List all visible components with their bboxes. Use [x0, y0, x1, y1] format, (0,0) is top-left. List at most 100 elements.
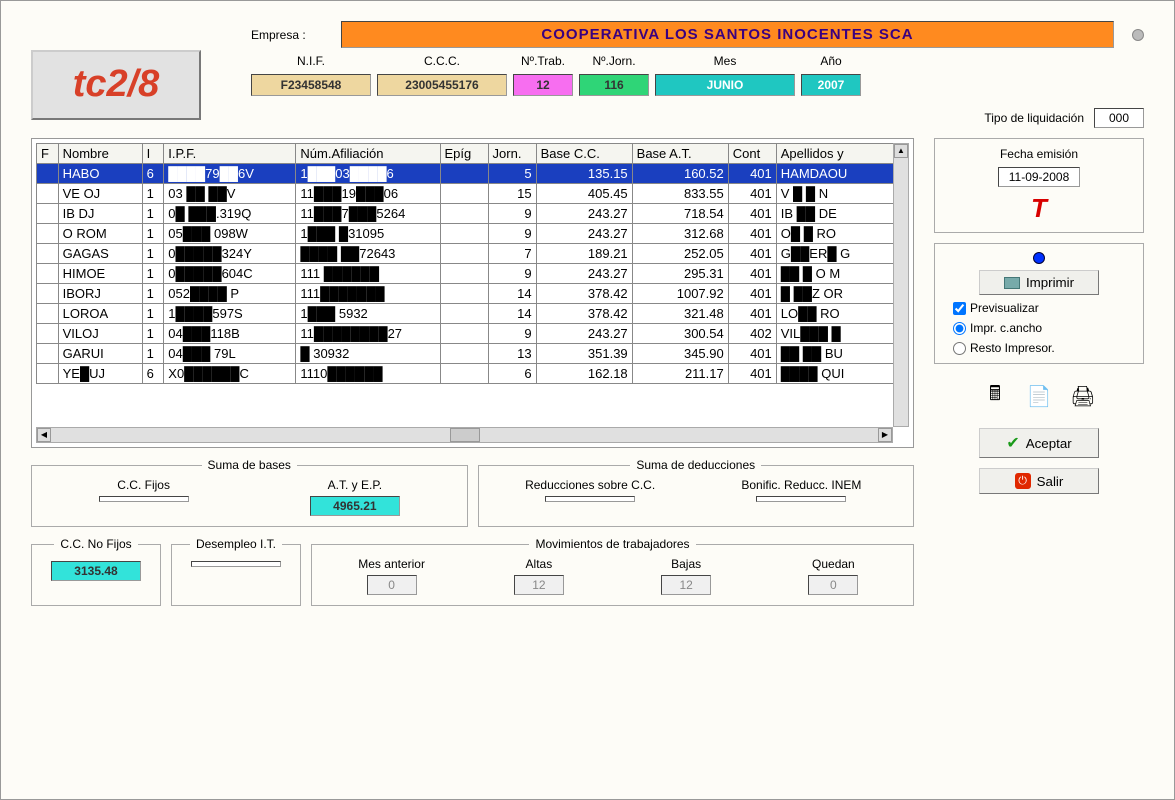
fecha-emision-label: Fecha emisión [1000, 147, 1078, 161]
salir-label: Salir [1037, 474, 1064, 489]
cc-fijos-label: C.C. Fijos [42, 478, 245, 492]
nif-value[interactable]: F23458548 [251, 74, 371, 96]
trab-label: Nº.Trab. [513, 54, 573, 68]
aceptar-button[interactable]: ✔ Aceptar [979, 428, 1099, 458]
previsualizar-label: Previsualizar [970, 301, 1039, 315]
grid-header-4[interactable]: Núm.Afiliación [296, 144, 440, 164]
bonif-value [756, 496, 846, 502]
desempleo-value [191, 561, 281, 567]
table-row[interactable]: HIMOE10█████604C111 ██████9243.27295.314… [37, 264, 909, 284]
workers-grid[interactable]: FNombreII.P.F.Núm.AfiliaciónEpígJorn.Bas… [31, 138, 914, 448]
impr-ancho-label: Impr. c.ancho [970, 321, 1042, 335]
cc-nofijos-value: 3135.48 [51, 561, 141, 581]
scroll-right-arrow[interactable]: ▶ [878, 428, 892, 442]
ccc-value[interactable]: 23005455176 [377, 74, 507, 96]
grid-header-3[interactable]: I.P.F. [164, 144, 296, 164]
stop-icon: ⏻ [1015, 473, 1031, 489]
ano-value[interactable]: 2007 [801, 74, 861, 96]
grid-header-9[interactable]: Cont [728, 144, 776, 164]
movimientos-group: Movimientos de trabajadores Mes anterior… [311, 537, 914, 606]
table-row[interactable]: O ROM105███ 098W1███ █310959243.27312.68… [37, 224, 909, 244]
mov-title: Movimientos de trabajadores [529, 537, 695, 551]
tesoreria-icon: T [1031, 193, 1047, 224]
at-ep-label: A.T. y E.P. [253, 478, 456, 492]
ano-label: Año [801, 54, 861, 68]
resto-impr-option[interactable]: Resto Impresor. [943, 341, 1135, 355]
mes-value[interactable]: JUNIO [655, 74, 795, 96]
impr-ancho-option[interactable]: Impr. c.ancho [943, 321, 1135, 335]
jorn-label: Nº.Jorn. [579, 54, 649, 68]
table-row[interactable]: GAGAS10█████324Y████ ██726437189.21252.0… [37, 244, 909, 264]
fecha-emision-value[interactable]: 11-09-2008 [998, 167, 1081, 187]
grid-header-7[interactable]: Base C.C. [536, 144, 632, 164]
fecha-panel: Fecha emisión 11-09-2008 T [934, 138, 1144, 233]
calculator-icon[interactable]: 🖩 [981, 382, 1009, 410]
jorn-value: 116 [579, 74, 649, 96]
grid-header-6[interactable]: Jorn. [488, 144, 536, 164]
printer-tool-icon[interactable]: 🖨 [1069, 382, 1097, 410]
desempleo-group: Desempleo I.T. [171, 537, 301, 606]
nif-label: N.I.F. [251, 54, 371, 68]
bajas-label: Bajas [671, 557, 701, 571]
grid-header-10[interactable]: Apellidos y [776, 144, 908, 164]
impr-ancho-radio[interactable] [953, 322, 966, 335]
empresa-value: COOPERATIVA LOS SANTOS INOCENTES SCA [341, 21, 1114, 48]
previsualizar-option[interactable]: Previsualizar [943, 301, 1135, 315]
logo-text: tc2/8 [73, 63, 160, 106]
grid-header-1[interactable]: Nombre [58, 144, 142, 164]
table-row[interactable]: LOROA11████597S1███ 593214378.42321.4840… [37, 304, 909, 324]
quedan-value: 0 [808, 575, 858, 595]
imprimir-button[interactable]: Imprimir [979, 270, 1099, 295]
table-row[interactable]: VILOJ104███118B11████████279243.27300.54… [37, 324, 909, 344]
resto-impr-label: Resto Impresor. [970, 341, 1055, 355]
trab-value: 12 [513, 74, 573, 96]
table-row[interactable]: YE█UJ6X0██████C1110██████6162.18211.1740… [37, 364, 909, 384]
salir-button[interactable]: ⏻ Salir [979, 468, 1099, 494]
mes-anterior-value: 0 [367, 575, 417, 595]
grid-header-2[interactable]: I [142, 144, 164, 164]
altas-label: Altas [526, 557, 553, 571]
status-led-blue [1033, 252, 1045, 264]
table-row[interactable]: IB DJ10█ ███.319Q11███7███52649243.27718… [37, 204, 909, 224]
grid-header-8[interactable]: Base A.T. [632, 144, 728, 164]
cc-fijos-value [99, 496, 189, 502]
bonif-label: Bonific. Reducc. INEM [700, 478, 903, 492]
tc28-window: tc2/8 Empresa : COOPERATIVA LOS SANTOS I… [0, 0, 1175, 800]
suma-deducciones-group: Suma de deducciones Reducciones sobre C.… [478, 458, 915, 527]
ccc-label: C.C.C. [377, 54, 507, 68]
cc-nofijos-group: C.C. No Fijos 3135.48 [31, 537, 161, 606]
at-ep-value: 4965.21 [310, 496, 400, 516]
scroll-up-arrow[interactable]: ▲ [894, 144, 908, 158]
empresa-label: Empresa : [251, 28, 331, 42]
imprimir-label: Imprimir [1026, 275, 1074, 290]
table-row[interactable]: GARUI104███ 79L█ 3093213351.39345.90401█… [37, 344, 909, 364]
desempleo-label: Desempleo I.T. [190, 537, 282, 551]
bajas-value: 12 [661, 575, 711, 595]
table-row[interactable]: HABO6████79██6V1███03████65135.15160.524… [37, 164, 909, 184]
red-cc-value [545, 496, 635, 502]
suma-bases-group: Suma de bases C.C. Fijos A.T. y E.P. 496… [31, 458, 468, 527]
resto-impr-radio[interactable] [953, 342, 966, 355]
scroll-horizontal[interactable]: ◀ ▶ [36, 427, 893, 443]
print-panel: Imprimir Previsualizar Impr. c.ancho Res… [934, 243, 1144, 364]
red-cc-label: Reducciones sobre C.C. [489, 478, 692, 492]
mes-label: Mes [655, 54, 795, 68]
previsualizar-checkbox[interactable] [953, 302, 966, 315]
status-led-gray [1132, 29, 1144, 41]
printer-icon [1004, 277, 1020, 289]
report-icon[interactable]: 📄 [1025, 382, 1053, 410]
scroll-vertical[interactable]: ▲ [893, 143, 909, 427]
tipo-liq-value[interactable]: 000 [1094, 108, 1144, 128]
scroll-left-arrow[interactable]: ◀ [37, 428, 51, 442]
altas-value: 12 [514, 575, 564, 595]
quedan-label: Quedan [812, 557, 855, 571]
table-row[interactable]: VE OJ103 ██ ██V11███19███0615405.45833.5… [37, 184, 909, 204]
logo: tc2/8 [31, 50, 201, 120]
cc-nofijos-label: C.C. No Fijos [54, 537, 137, 551]
grid-header-5[interactable]: Epíg [440, 144, 488, 164]
tipo-liq-label: Tipo de liquidación [984, 111, 1084, 125]
suma-ded-title: Suma de deducciones [630, 458, 761, 472]
scroll-thumb[interactable] [450, 428, 480, 442]
grid-header-0[interactable]: F [37, 144, 59, 164]
table-row[interactable]: IBORJ1052████ P111███████14378.421007.92… [37, 284, 909, 304]
